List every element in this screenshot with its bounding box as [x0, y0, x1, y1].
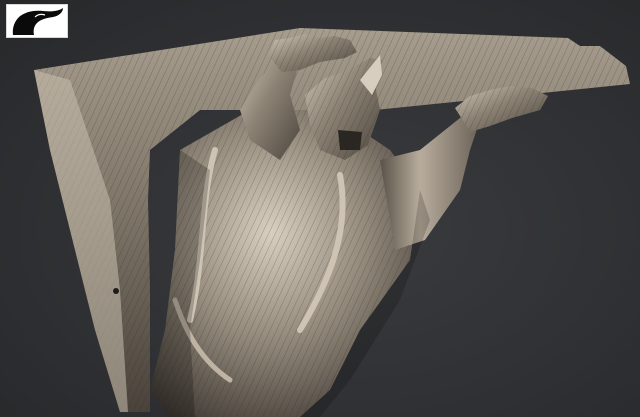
render-scene	[34, 28, 630, 417]
logo-badge	[6, 4, 68, 38]
bracket-screw-hole	[113, 288, 119, 294]
bird-silhouette-icon	[12, 8, 64, 35]
render-viewport	[0, 0, 640, 417]
